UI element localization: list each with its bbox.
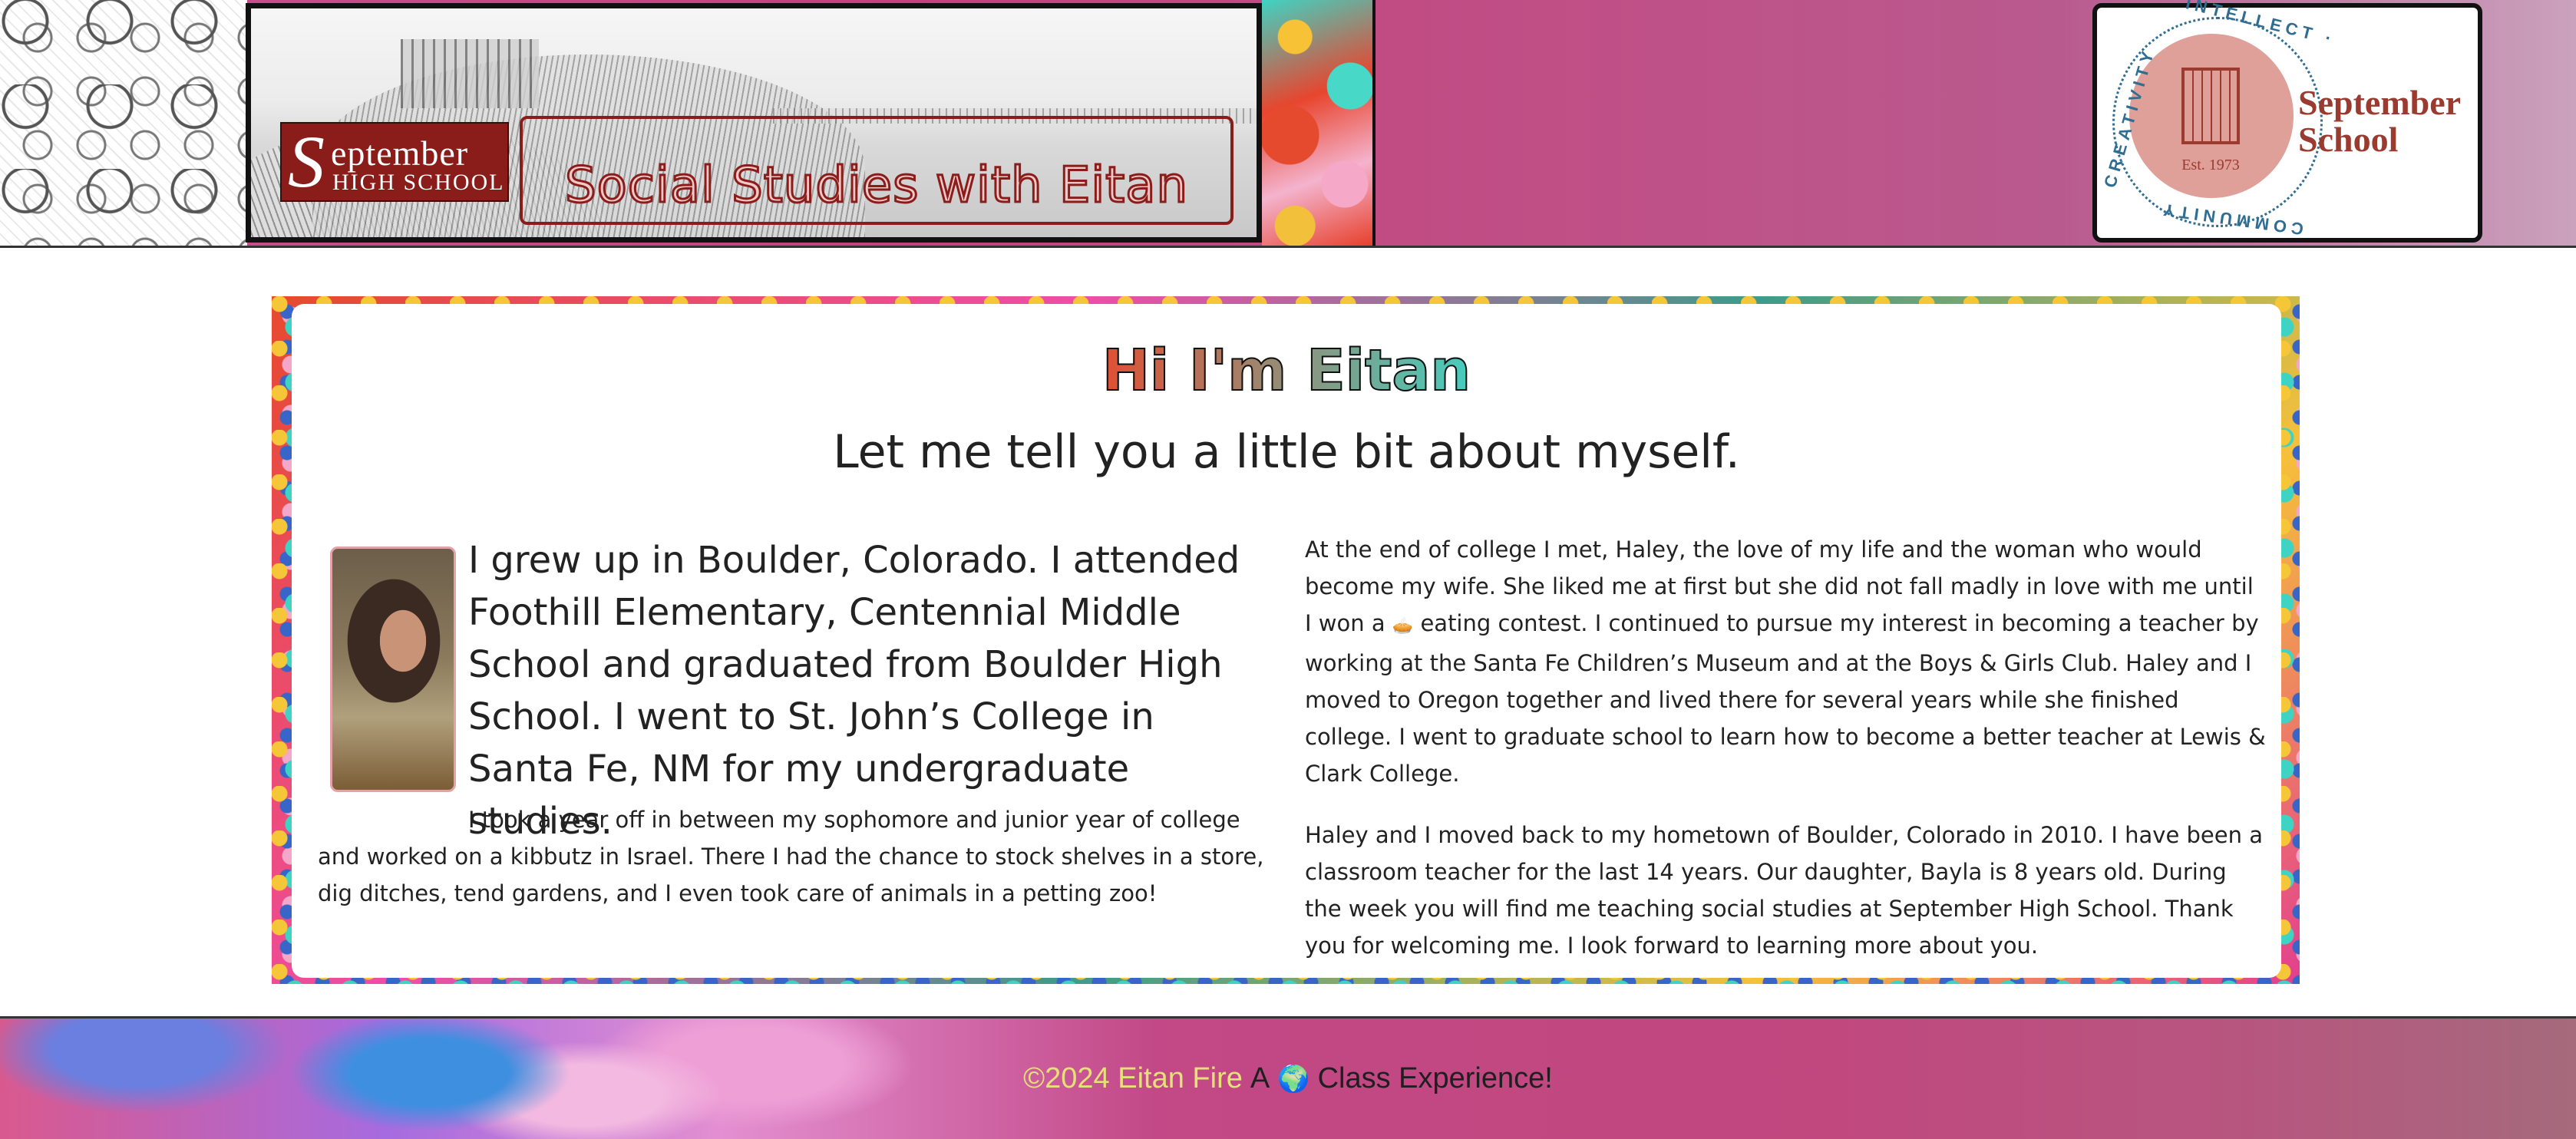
seal-name-line2: School — [2298, 120, 2399, 159]
castle-illustration — [401, 39, 539, 108]
boulder-paragraph: Haley and I moved back to my hometown of… — [1305, 822, 2263, 959]
pie-icon: 🥧 — [1392, 616, 1414, 636]
header-banner[interactable]: S eptember HIGH SCHOOL Social Studies wi… — [246, 3, 1262, 243]
site-header: S eptember HIGH SCHOOL Social Studies wi… — [0, 0, 2576, 248]
college-paragraph: At the end of college I met, Haley, the … — [1305, 531, 2266, 792]
logo-line2: HIGH SCHOOL — [332, 170, 505, 195]
logo-line1: eptember — [331, 134, 469, 173]
globe-icon: 🌍 — [1277, 1064, 1310, 1094]
lead-paragraph: I grew up in Boulder, Colorado. I attend… — [468, 539, 1240, 843]
psychedelic-art-strip — [1262, 0, 1376, 246]
footer-suffix: Class Experience! — [1317, 1062, 1553, 1094]
banner-title: Social Studies with Eitan — [563, 157, 1189, 216]
subheading: Let me tell you a little bit about mysel… — [833, 425, 1740, 479]
seal-school-name: September School — [2298, 84, 2482, 158]
greeting-heading: Hi I'm Eitan — [292, 337, 2281, 404]
seal-established: Est. 1973 — [2181, 157, 2240, 173]
banner-title-frame: Social Studies with Eitan — [520, 116, 1234, 225]
site-footer: ©2024 Eitan Fire A 🌍 Class Experience! — [0, 1016, 2576, 1139]
footer-prefix: A — [1250, 1062, 1270, 1094]
eitan-portrait-photo — [330, 546, 456, 792]
footer-text: ©2024 Eitan Fire A 🌍 Class Experience! — [0, 1018, 2576, 1139]
copyright-text: ©2024 Eitan Fire — [1023, 1062, 1243, 1094]
paisley-pattern — [0, 0, 247, 246]
logo-initial: S — [288, 121, 325, 203]
seal-name-line1: September — [2298, 83, 2462, 122]
september-high-school-logo[interactable]: S eptember HIGH SCHOOL — [280, 122, 509, 202]
about-me-card: Hi I'm Eitan Let me tell you a little bi… — [292, 304, 2281, 978]
right-column: At the end of college I met, Haley, the … — [1305, 531, 2266, 989]
college-paragraph-end: eating contest. I continued to pursue my… — [1305, 610, 2266, 787]
kibbutz-paragraph: I took a year off in between my sophomor… — [318, 807, 1264, 906]
september-school-seal[interactable]: Est. 1973 · INTELLECT · CREATIVITY COMMU… — [2092, 0, 2482, 243]
door-icon — [2181, 68, 2240, 144]
